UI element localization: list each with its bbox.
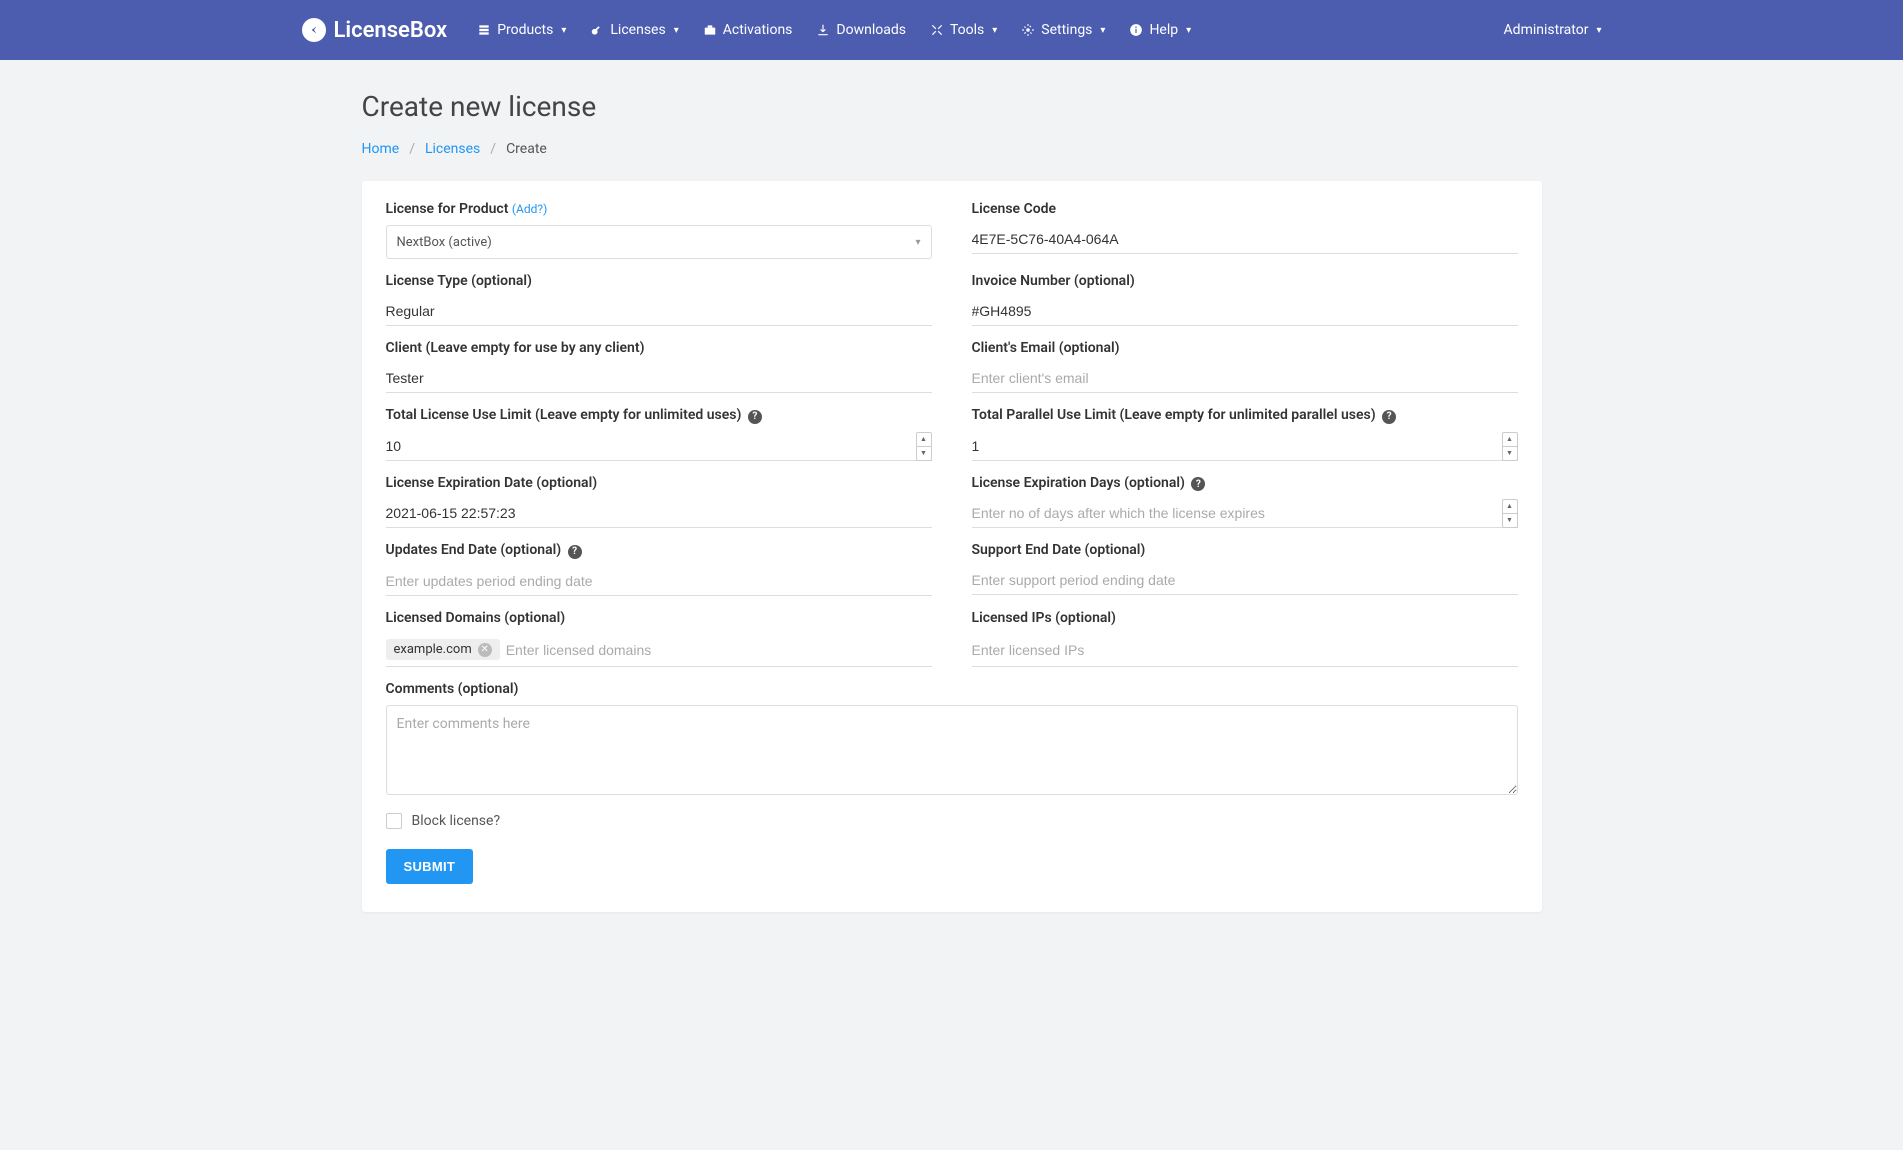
client-email-input[interactable] xyxy=(972,364,1518,393)
exp-date-label: License Expiration Date (optional) xyxy=(386,475,932,491)
page-title: Create new license xyxy=(362,90,1542,123)
parallel-limit-label: Total Parallel Use Limit (Leave empty fo… xyxy=(972,407,1518,424)
license-code-input[interactable] xyxy=(972,225,1518,254)
invoice-label: Invoice Number (optional) xyxy=(972,273,1518,289)
comments-label: Comments (optional) xyxy=(386,681,1518,697)
brand-icon xyxy=(302,18,326,42)
use-limit-input[interactable] xyxy=(386,432,932,461)
domains-input[interactable]: example.com ✕ xyxy=(386,634,932,667)
layers-icon xyxy=(477,23,491,37)
license-type-input[interactable] xyxy=(386,297,932,326)
support-end-label: Support End Date (optional) xyxy=(972,542,1518,558)
product-selected: NextBox (active) xyxy=(397,235,492,250)
use-limit-label: Total License Use Limit (Leave empty for… xyxy=(386,407,932,424)
info-icon xyxy=(1129,23,1143,37)
chevron-down-icon: ▾ xyxy=(992,25,997,36)
client-email-label: Client's Email (optional) xyxy=(972,340,1518,356)
exp-date-input[interactable] xyxy=(386,499,932,528)
invoice-input[interactable] xyxy=(972,297,1518,326)
help-icon[interactable]: ? xyxy=(568,545,582,559)
nav-label: Products xyxy=(497,22,553,38)
nav-settings[interactable]: Settings ▾ xyxy=(1021,22,1105,38)
exp-days-input[interactable] xyxy=(972,499,1518,528)
nav-help[interactable]: Help ▾ xyxy=(1129,22,1191,38)
breadcrumb-licenses[interactable]: Licenses xyxy=(425,141,480,157)
ips-label: Licensed IPs (optional) xyxy=(972,610,1518,626)
remove-tag-icon[interactable]: ✕ xyxy=(478,643,492,657)
chevron-down-icon: ▾ xyxy=(1596,25,1601,36)
user-menu[interactable]: Administrator ▾ xyxy=(1504,22,1602,38)
breadcrumb: Home / Licenses / Create xyxy=(362,141,1542,157)
nav-downloads[interactable]: Downloads xyxy=(816,22,906,38)
form-card: License for Product (Add?) NextBox (acti… xyxy=(362,181,1542,912)
breadcrumb-sep: / xyxy=(409,141,415,157)
nav-label: Activations xyxy=(723,22,793,38)
navbar: LicenseBox Products ▾ Licenses ▾ xyxy=(0,0,1903,60)
help-icon[interactable]: ? xyxy=(1191,477,1205,491)
updates-end-input[interactable] xyxy=(386,567,932,596)
caret-down-icon: ▾ xyxy=(915,237,920,248)
client-label: Client (Leave empty for use by any clien… xyxy=(386,340,932,356)
breadcrumb-sep: / xyxy=(490,141,496,157)
domains-label: Licensed Domains (optional) xyxy=(386,610,932,626)
ips-text-input[interactable] xyxy=(972,638,1518,662)
nav-tools[interactable]: Tools ▾ xyxy=(930,22,997,38)
nav-label: Help xyxy=(1149,22,1178,38)
gears-icon xyxy=(1021,23,1035,37)
license-type-label: License Type (optional) xyxy=(386,273,932,289)
updates-end-label: Updates End Date (optional) ? xyxy=(386,542,932,559)
support-end-input[interactable] xyxy=(972,566,1518,595)
download-icon xyxy=(816,23,830,37)
nav-label: Tools xyxy=(950,22,984,38)
brand-text: LicenseBox xyxy=(334,18,448,43)
license-code-label: License Code xyxy=(972,201,1518,217)
comments-textarea[interactable] xyxy=(386,705,1518,795)
briefcase-icon xyxy=(703,23,717,37)
client-input[interactable] xyxy=(386,364,932,393)
nav-label: Settings xyxy=(1041,22,1092,38)
block-license-label: Block license? xyxy=(412,813,501,829)
breadcrumb-current: Create xyxy=(506,141,547,157)
number-spinner[interactable]: ▲▼ xyxy=(916,432,932,461)
chevron-down-icon: ▾ xyxy=(674,25,679,36)
chevron-down-icon: ▾ xyxy=(561,25,566,36)
help-icon[interactable]: ? xyxy=(1382,410,1396,424)
nav-licenses[interactable]: Licenses ▾ xyxy=(590,22,678,38)
ips-input[interactable] xyxy=(972,634,1518,667)
nav-products[interactable]: Products ▾ xyxy=(477,22,566,38)
add-product-link[interactable]: (Add?) xyxy=(512,202,547,216)
product-select[interactable]: NextBox (active) ▾ xyxy=(386,225,932,259)
domains-text-input[interactable] xyxy=(506,638,932,662)
nav-items: Products ▾ Licenses ▾ Activations xyxy=(477,22,1191,38)
brand[interactable]: LicenseBox xyxy=(302,18,448,43)
tools-icon xyxy=(930,23,944,37)
help-icon[interactable]: ? xyxy=(748,410,762,424)
nav-activations[interactable]: Activations xyxy=(703,22,793,38)
number-spinner[interactable]: ▲▼ xyxy=(1502,432,1518,461)
key-icon xyxy=(590,23,604,37)
user-name: Administrator xyxy=(1504,22,1589,38)
chevron-down-icon: ▾ xyxy=(1100,25,1105,36)
exp-days-label: License Expiration Days (optional) ? xyxy=(972,475,1518,492)
product-label: License for Product (Add?) xyxy=(386,201,932,217)
breadcrumb-home[interactable]: Home xyxy=(362,141,400,157)
submit-button[interactable]: SUBMIT xyxy=(386,849,474,884)
block-license-checkbox[interactable] xyxy=(386,813,402,829)
domain-tag: example.com ✕ xyxy=(386,639,500,660)
nav-label: Downloads xyxy=(836,22,906,38)
chevron-down-icon: ▾ xyxy=(1186,25,1191,36)
parallel-limit-input[interactable] xyxy=(972,432,1518,461)
number-spinner[interactable]: ▲▼ xyxy=(1502,499,1518,528)
domain-tag-text: example.com xyxy=(394,642,472,657)
nav-label: Licenses xyxy=(610,22,665,38)
